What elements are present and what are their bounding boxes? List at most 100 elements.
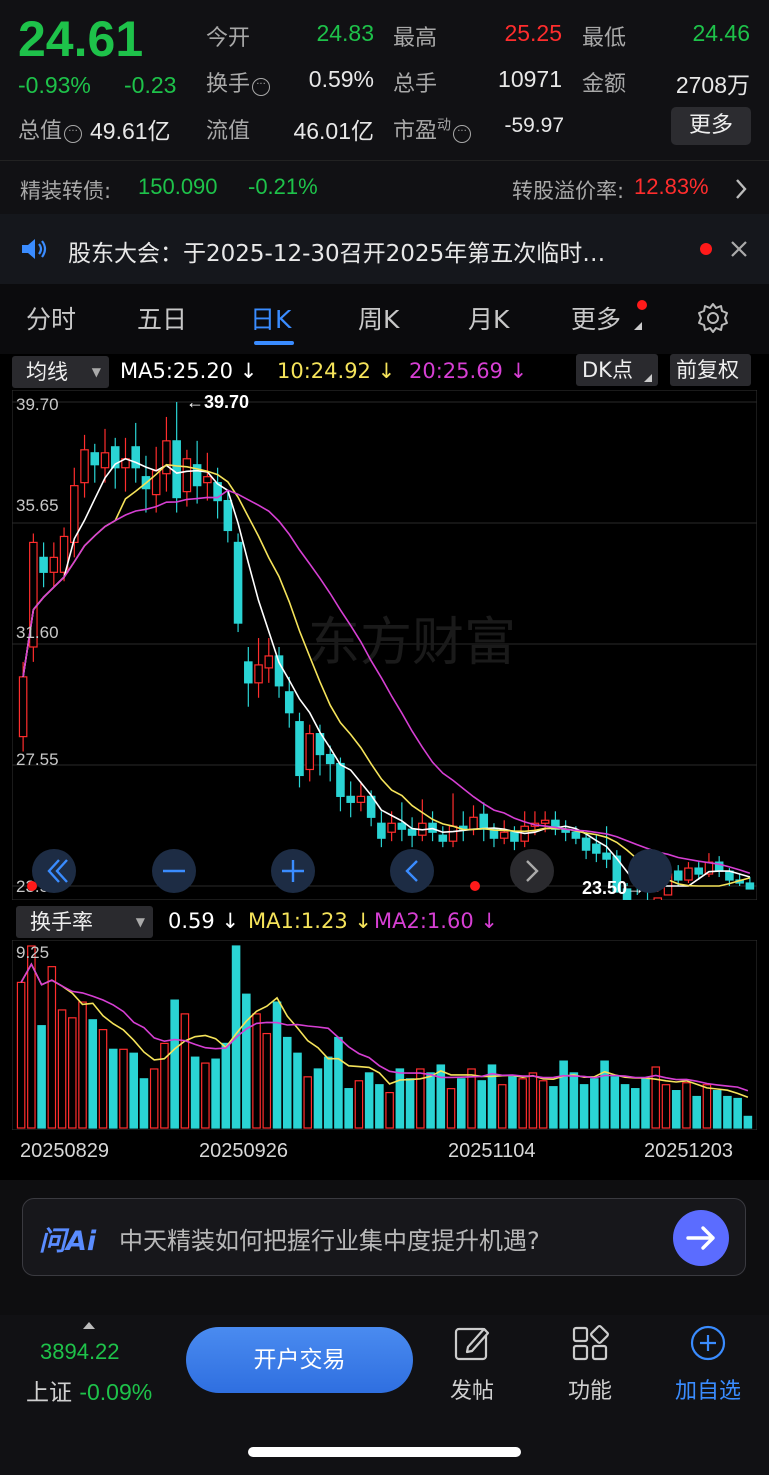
ai-send-button[interactable]: [673, 1210, 729, 1266]
turnover-bar: [569, 1072, 579, 1129]
close-icon[interactable]: [730, 240, 748, 258]
candle-body: [131, 446, 141, 469]
candle-body: [428, 822, 437, 833]
turnover-bar: [323, 1056, 333, 1129]
tab-more[interactable]: 更多: [571, 300, 621, 336]
zoom-in-button[interactable]: [271, 849, 315, 893]
adjust-button[interactable]: 前复权: [670, 354, 751, 386]
tab-weekly-k[interactable]: 周K: [358, 300, 399, 336]
index-value[interactable]: 3894.22: [40, 1339, 120, 1365]
candle-body: [581, 837, 591, 851]
turnover-bar: [682, 1082, 691, 1129]
candle-body: [325, 753, 335, 765]
candle-body: [387, 822, 396, 833]
y-label-4: 27.55: [16, 750, 59, 769]
tab-daily-k[interactable]: 日K: [250, 300, 291, 336]
y-label-top: 39.70: [16, 395, 59, 414]
gear-icon[interactable]: [696, 301, 730, 335]
turnover-bar: [354, 1080, 364, 1129]
info-icon[interactable]: ···: [453, 125, 472, 143]
ma10-legend: 10:24.92 ↓: [277, 359, 396, 383]
nav-post[interactable]: 发帖: [427, 1323, 517, 1405]
candle-body: [438, 834, 448, 842]
candle-body: [407, 828, 417, 836]
period-tabs: 分时 五日 日K 周K 月K 更多: [0, 284, 769, 354]
premium-label: 转股溢价率:: [512, 179, 625, 203]
zoom-out-button[interactable]: [152, 849, 196, 893]
turnover-bar: [712, 1090, 722, 1129]
kline-chart[interactable]: 东方财富 39.70 35.65 31.60 27.55 23.50 ←39.7…: [12, 390, 757, 900]
high-value: 25.25: [504, 20, 562, 46]
pe-label: 市盈动 ···: [393, 113, 472, 145]
ai-logo: 问Ai: [39, 1226, 97, 1257]
turnover-bar: [129, 1052, 139, 1129]
turnover-bar: [68, 1017, 77, 1129]
turnover-bar: [733, 1097, 742, 1129]
step-right-fast-button[interactable]: [628, 849, 672, 893]
ai-prompt-box[interactable]: 问Ai 中天精装如何把握行业集中度提升机遇?: [22, 1198, 746, 1276]
turnover-bar: [272, 1001, 282, 1129]
step-left-button[interactable]: [390, 849, 434, 893]
dk-point-button[interactable]: DK点: [576, 354, 658, 386]
candle-body: [264, 655, 274, 669]
candle-body: [653, 897, 663, 900]
turnover-bar: [743, 1115, 753, 1129]
turnover-bar: [436, 1064, 446, 1129]
turnover-bar: [671, 1090, 681, 1129]
add-circle-icon: [690, 1325, 726, 1361]
turnover-bar: [201, 1062, 210, 1129]
open-account-trade-button[interactable]: 开户交易: [186, 1327, 413, 1393]
indicator-selector[interactable]: 均线 ▼: [12, 356, 109, 388]
nav-functions[interactable]: 功能: [545, 1323, 635, 1405]
candle-body: [18, 676, 28, 738]
turnover-bar: [723, 1095, 732, 1129]
candle-body: [377, 822, 386, 839]
turnover-bar: [528, 1072, 538, 1129]
candle-body: [100, 452, 110, 469]
premium-value: 12.83%: [634, 174, 709, 199]
low-value: 24.46: [692, 20, 750, 46]
volume-label: 总手: [393, 72, 438, 97]
tab-intraday[interactable]: 分时: [26, 300, 76, 336]
turnover-bar: [180, 1013, 190, 1129]
convertible-bond-row[interactable]: 精装转债: 150.090 -0.21% 转股溢价率: 12.83%: [0, 160, 769, 214]
caret-up-icon[interactable]: [82, 1320, 96, 1330]
candle-body: [90, 452, 100, 466]
tab-monthly-k[interactable]: 月K: [468, 300, 509, 336]
active-tab-indicator: [254, 341, 294, 345]
turnover-bar: [426, 1072, 435, 1129]
info-icon[interactable]: ···: [252, 78, 271, 96]
date-axis: 20250829 20250926 20251104 20251203: [0, 1132, 769, 1172]
turnover-bar: [395, 1068, 405, 1129]
open-value: 24.83: [316, 20, 374, 46]
turnover-bar: [119, 1048, 128, 1129]
turnover-bar: [497, 1084, 507, 1129]
candle-body: [499, 831, 509, 839]
index-name[interactable]: 上证 -0.09%: [26, 1373, 152, 1407]
turnover-bar: [108, 1048, 118, 1129]
nav-add-watchlist[interactable]: 加自选: [663, 1323, 753, 1405]
grid-apps-icon: [572, 1325, 609, 1361]
turnover-bar: [630, 1088, 640, 1129]
candle-body: [592, 843, 601, 854]
turnover-bar: [313, 1068, 323, 1129]
y-label-3: 31.60: [16, 623, 59, 642]
ma5-legend: MA5:25.20 ↓: [120, 359, 258, 383]
tab-five-day[interactable]: 五日: [137, 300, 187, 336]
float-value: 46.01亿: [293, 118, 374, 144]
unread-dot: [700, 243, 712, 255]
turnover-value: 0.59%: [308, 66, 374, 92]
candle-body: [49, 556, 59, 573]
turnover-bar: [78, 1001, 87, 1129]
turnover-bar: [242, 993, 251, 1129]
info-icon[interactable]: ···: [64, 125, 83, 143]
candle-body: [244, 661, 253, 684]
turnover-chart[interactable]: 9.25: [12, 940, 757, 1130]
more-button[interactable]: 更多: [671, 107, 751, 145]
volume-indicator-selector[interactable]: 换手率 ▼: [16, 906, 153, 938]
notice-bar[interactable]: 股东大会：于2025-12-30召开2025年第五次临时…: [0, 214, 769, 284]
scroll-left-fast-button[interactable]: [32, 849, 76, 893]
step-right-button[interactable]: [510, 849, 554, 893]
bond-label: 精装转债:: [20, 179, 112, 203]
turnover-bar: [620, 1084, 630, 1129]
